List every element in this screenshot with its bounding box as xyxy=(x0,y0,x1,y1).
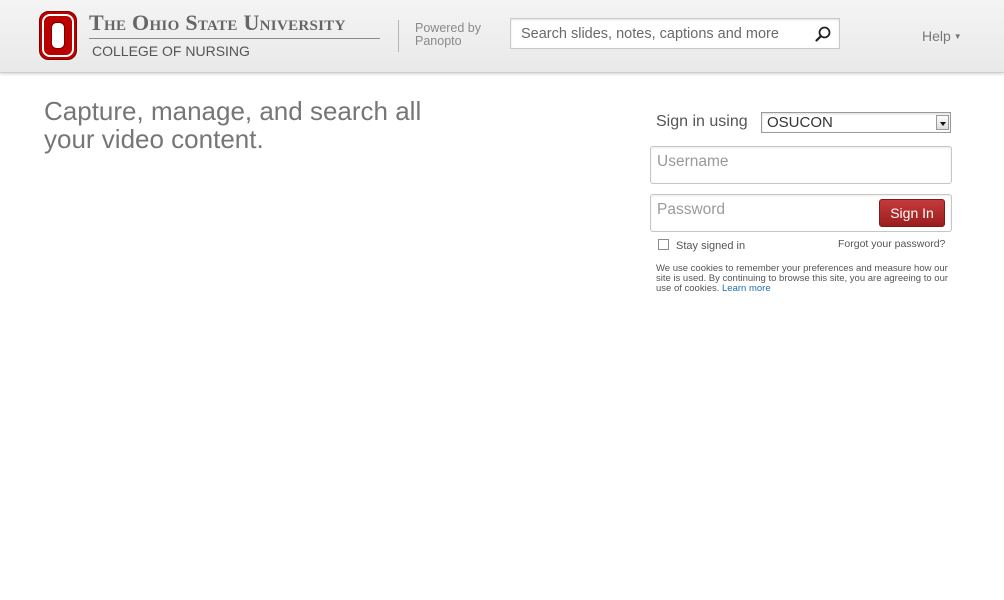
stay-signed-in-checkbox[interactable] xyxy=(658,239,669,250)
username-input[interactable] xyxy=(651,147,871,177)
sign-in-provider-select[interactable]: OSUCON xyxy=(761,112,951,133)
header-divider xyxy=(398,20,399,52)
cookie-notice-text: We use cookies to remember your preferen… xyxy=(656,263,949,294)
panopto-label: Panopto xyxy=(415,34,462,48)
college-name: COLLEGE OF NURSING xyxy=(92,43,250,59)
help-label: Help xyxy=(922,28,951,44)
search-input[interactable] xyxy=(511,19,801,48)
caret-down-icon: ▼ xyxy=(953,32,962,41)
dropdown-arrow-icon xyxy=(936,115,949,130)
page-tagline: Capture, manage, and search all your vid… xyxy=(44,96,422,154)
forgot-password-link[interactable]: Forgot your password? xyxy=(838,238,945,250)
stay-signed-in-label[interactable]: Stay signed in xyxy=(676,240,745,252)
provider-selected-value: OSUCON xyxy=(767,114,833,131)
ohio-state-block-o-logo[interactable] xyxy=(39,11,77,60)
sign-in-using-label: Sign in using xyxy=(656,113,748,130)
search-icon[interactable] xyxy=(814,25,832,43)
help-menu[interactable]: Help ▼ xyxy=(922,28,962,44)
cookie-notice: We use cookies to remember your preferen… xyxy=(656,264,956,294)
learn-more-link[interactable]: Learn more xyxy=(722,283,771,294)
university-name-rule xyxy=(89,38,380,39)
university-name: The Ohio State University xyxy=(89,10,346,35)
powered-by-panopto: Powered by Panopto xyxy=(415,22,505,48)
sign-in-button[interactable]: Sign In xyxy=(879,199,945,227)
password-input[interactable] xyxy=(651,195,871,225)
top-header: The Ohio State University COLLEGE OF NUR… xyxy=(0,0,1004,73)
search-box xyxy=(510,18,840,49)
password-field-box: Sign In xyxy=(650,194,952,232)
username-field-box xyxy=(650,146,952,184)
